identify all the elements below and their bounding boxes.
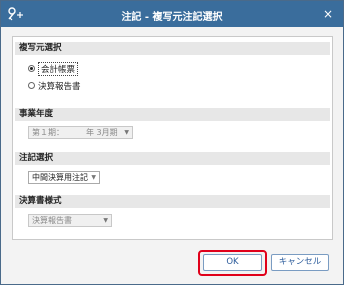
close-icon[interactable]: × <box>319 5 337 23</box>
title-bar: 注記 - 複写元注記選択 × <box>1 1 343 27</box>
fiscal-year-suffix: 年 3月期 <box>86 128 118 137</box>
ok-button-highlight <box>198 250 267 276</box>
radio-financial-report[interactable]: 決算報告書 <box>28 79 81 92</box>
chevron-down-icon[interactable]: ▼ <box>91 172 96 184</box>
note-select-value: 中間決算用注記 <box>32 173 88 182</box>
section-heading-statement-style: 決算書様式 <box>15 195 330 208</box>
fiscal-year-select: 第１期： 年 3月期 ▼ <box>28 126 133 139</box>
dialog-title: 注記 - 複写元注記選択 <box>121 12 223 23</box>
section-heading-fiscal-year: 事業年度 <box>15 108 330 121</box>
radio-accounting-forms[interactable]: 会計帳票 <box>28 61 79 76</box>
section-heading-note-select: 注記選択 <box>15 152 330 165</box>
chevron-down-icon: ▼ <box>103 217 108 224</box>
copy-source-dialog: 注記 - 複写元注記選択 × 複写元選択 会計帳票 決算報告書 事業年度 第１期… <box>0 0 344 285</box>
settings-panel: 複写元選択 会計帳票 決算報告書 事業年度 第１期： 年 3月期 ▼ 注記選択 中… <box>12 36 333 240</box>
note-select-dropdown[interactable]: 中間決算用注記 ▼ <box>28 171 100 184</box>
section-heading-copy-source: 複写元選択 <box>15 42 330 55</box>
radio-indicator[interactable] <box>28 65 35 72</box>
chevron-down-icon: ▼ <box>124 129 129 136</box>
statement-style-value: 決算報告書 <box>32 216 72 225</box>
radio-label[interactable]: 決算報告書 <box>38 80 81 92</box>
cancel-button[interactable]: キャンセル <box>271 254 329 271</box>
fiscal-year-prefix: 第１期： <box>32 128 64 137</box>
statement-style-select: 決算報告書 ▼ <box>28 214 112 227</box>
radio-label[interactable]: 会計帳票 <box>38 61 79 76</box>
radio-indicator[interactable] <box>28 82 35 89</box>
